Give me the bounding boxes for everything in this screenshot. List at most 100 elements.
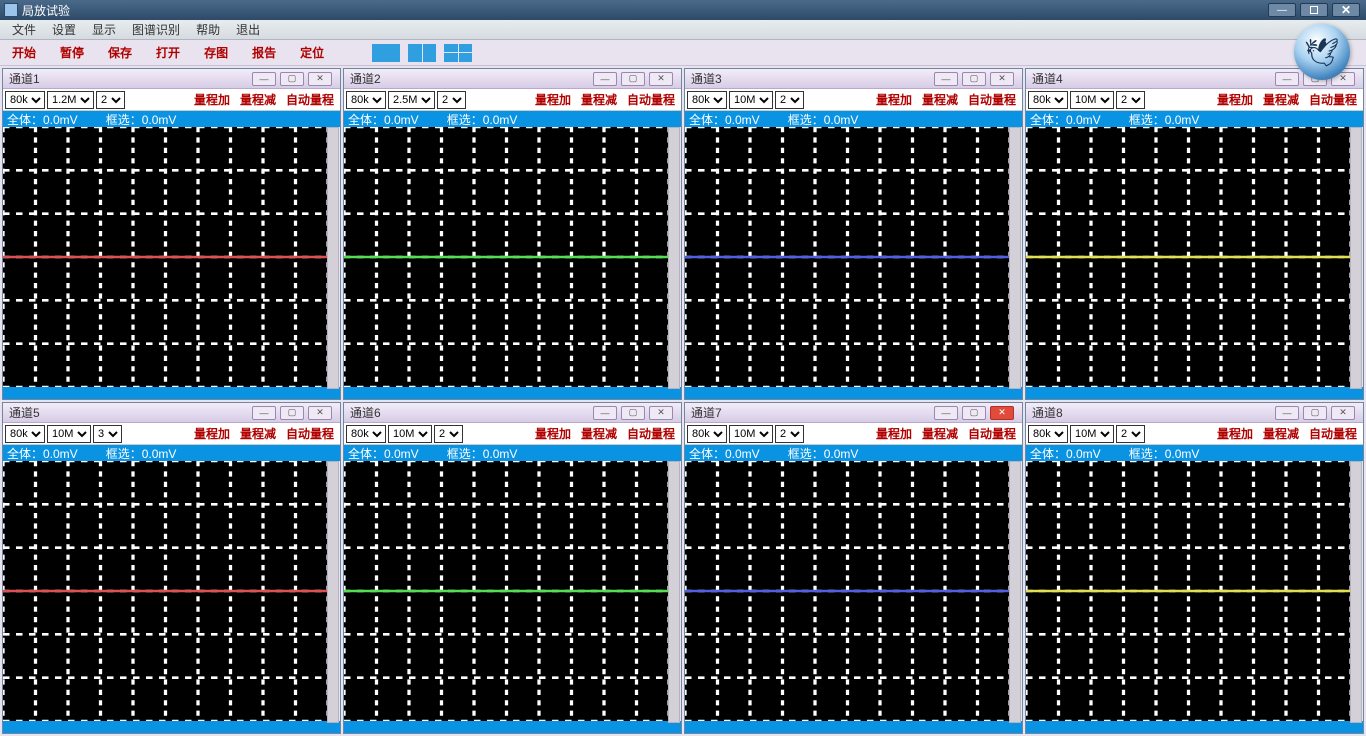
range-auto-button[interactable]: 自动量程 [1305, 91, 1361, 108]
layout-2-button[interactable] [408, 44, 436, 62]
range-inc-button[interactable]: 量程加 [872, 91, 916, 108]
channel-maximize-button[interactable]: ▢ [280, 406, 304, 420]
channel-close-button[interactable]: ✕ [990, 406, 1014, 420]
channel-minimize-button[interactable]: — [593, 72, 617, 86]
menu-spectrum[interactable]: 图谱识别 [124, 21, 188, 38]
channel-sel-2[interactable]: 10M [1070, 425, 1114, 443]
channel-maximize-button[interactable]: ▢ [962, 406, 986, 420]
channel-minimize-button[interactable]: — [934, 72, 958, 86]
range-inc-button[interactable]: 量程加 [190, 91, 234, 108]
channel-sel-1[interactable]: 80k [687, 425, 727, 443]
tb-report[interactable]: 报告 [244, 42, 284, 63]
tb-start[interactable]: 开始 [4, 42, 44, 63]
range-auto-button[interactable]: 自动量程 [964, 425, 1020, 442]
channel-plot[interactable] [1026, 127, 1363, 387]
channel-sel-2[interactable]: 1.2M [47, 91, 94, 109]
channel-maximize-button[interactable]: ▢ [1303, 406, 1327, 420]
channel-sel-1[interactable]: 80k [1028, 425, 1068, 443]
channel-title-bar: 通道3 — ▢ ✕ [685, 69, 1022, 89]
channel-close-button[interactable]: ✕ [308, 72, 332, 86]
channel-close-button[interactable]: ✕ [990, 72, 1014, 86]
channel-maximize-button[interactable]: ▢ [280, 72, 304, 86]
range-dec-button[interactable]: 量程减 [1259, 91, 1303, 108]
menu-exit[interactable]: 退出 [228, 21, 268, 38]
range-auto-button[interactable]: 自动量程 [282, 425, 338, 442]
range-auto-button[interactable]: 自动量程 [623, 425, 679, 442]
channel-plot[interactable] [3, 461, 340, 721]
channel-plot[interactable] [344, 127, 681, 387]
menu-settings[interactable]: 设置 [44, 21, 84, 38]
tb-save[interactable]: 保存 [100, 42, 140, 63]
toolbar: 开始 暂停 保存 打开 存图 报告 定位 [0, 40, 1366, 66]
channel-minimize-button[interactable]: — [252, 72, 276, 86]
channel-sel-3[interactable]: 2 [775, 91, 804, 109]
channel-sel-3[interactable]: 2 [775, 425, 804, 443]
channel-maximize-button[interactable]: ▢ [621, 72, 645, 86]
channel-sel-2[interactable]: 10M [388, 425, 432, 443]
channel-plot[interactable] [344, 461, 681, 721]
main-minimize-button[interactable]: — [1268, 3, 1296, 17]
range-inc-button[interactable]: 量程加 [1213, 91, 1257, 108]
range-inc-button[interactable]: 量程加 [1213, 425, 1257, 442]
channel-plot[interactable] [1026, 461, 1363, 721]
channel-minimize-button[interactable]: — [252, 406, 276, 420]
channel-sel-2[interactable]: 2.5M [388, 91, 435, 109]
channel-sel-2[interactable]: 10M [729, 91, 773, 109]
channel-close-button[interactable]: ✕ [649, 72, 673, 86]
range-auto-button[interactable]: 自动量程 [623, 91, 679, 108]
layout-4-button[interactable] [444, 44, 472, 62]
main-maximize-button[interactable] [1300, 3, 1328, 17]
channel-sel-1[interactable]: 80k [346, 91, 386, 109]
main-close-button[interactable]: ✕ [1332, 3, 1360, 17]
channel-window-7: 通道7 — ▢ ✕ 80k 10M 2 量程加 量程减 自动量程 全体：0.0m… [684, 402, 1023, 734]
channel-sel-3[interactable]: 2 [96, 91, 125, 109]
channel-minimize-button[interactable]: — [934, 406, 958, 420]
channel-sel-1[interactable]: 80k [687, 91, 727, 109]
range-auto-button[interactable]: 自动量程 [1305, 425, 1361, 442]
channel-sel-3[interactable]: 2 [1116, 425, 1145, 443]
menu-help[interactable]: 帮助 [188, 21, 228, 38]
range-dec-button[interactable]: 量程减 [1259, 425, 1303, 442]
channel-close-button[interactable]: ✕ [649, 406, 673, 420]
channel-plot[interactable] [3, 127, 340, 387]
channel-sel-2[interactable]: 10M [1070, 91, 1114, 109]
channel-maximize-button[interactable]: ▢ [621, 406, 645, 420]
tb-pause[interactable]: 暂停 [52, 42, 92, 63]
menu-file[interactable]: 文件 [4, 21, 44, 38]
range-dec-button[interactable]: 量程减 [918, 91, 962, 108]
tb-locate[interactable]: 定位 [292, 42, 332, 63]
channel-sel-1[interactable]: 80k [5, 91, 45, 109]
range-inc-button[interactable]: 量程加 [872, 425, 916, 442]
range-dec-button[interactable]: 量程减 [236, 91, 280, 108]
channel-sel-2[interactable]: 10M [729, 425, 773, 443]
channel-sel-1[interactable]: 80k [346, 425, 386, 443]
range-auto-button[interactable]: 自动量程 [964, 91, 1020, 108]
channel-maximize-button[interactable]: ▢ [962, 72, 986, 86]
channel-sel-3[interactable]: 2 [434, 425, 463, 443]
channel-close-button[interactable]: ✕ [1331, 406, 1355, 420]
channel-minimize-button[interactable]: — [593, 406, 617, 420]
channel-sel-3[interactable]: 2 [1116, 91, 1145, 109]
channel-minimize-button[interactable]: — [1275, 406, 1299, 420]
channel-sel-2[interactable]: 10M [47, 425, 91, 443]
layout-1-button[interactable] [372, 44, 400, 62]
range-dec-button[interactable]: 量程减 [918, 425, 962, 442]
channel-plot[interactable] [685, 127, 1022, 387]
channel-sel-1[interactable]: 80k [5, 425, 45, 443]
range-auto-button[interactable]: 自动量程 [282, 91, 338, 108]
range-dec-button[interactable]: 量程减 [577, 425, 621, 442]
tb-saveimg[interactable]: 存图 [196, 42, 236, 63]
range-inc-button[interactable]: 量程加 [190, 425, 234, 442]
channel-close-button[interactable]: ✕ [308, 406, 332, 420]
tb-open[interactable]: 打开 [148, 42, 188, 63]
channel-sel-3[interactable]: 2 [437, 91, 466, 109]
range-dec-button[interactable]: 量程减 [577, 91, 621, 108]
range-inc-button[interactable]: 量程加 [531, 91, 575, 108]
channel-sel-1[interactable]: 80k [1028, 91, 1068, 109]
channel-sel-3[interactable]: 3 [93, 425, 122, 443]
range-dec-button[interactable]: 量程减 [236, 425, 280, 442]
channel-plot[interactable] [685, 461, 1022, 721]
channel-minimize-button[interactable]: — [1275, 72, 1299, 86]
menu-display[interactable]: 显示 [84, 21, 124, 38]
range-inc-button[interactable]: 量程加 [531, 425, 575, 442]
